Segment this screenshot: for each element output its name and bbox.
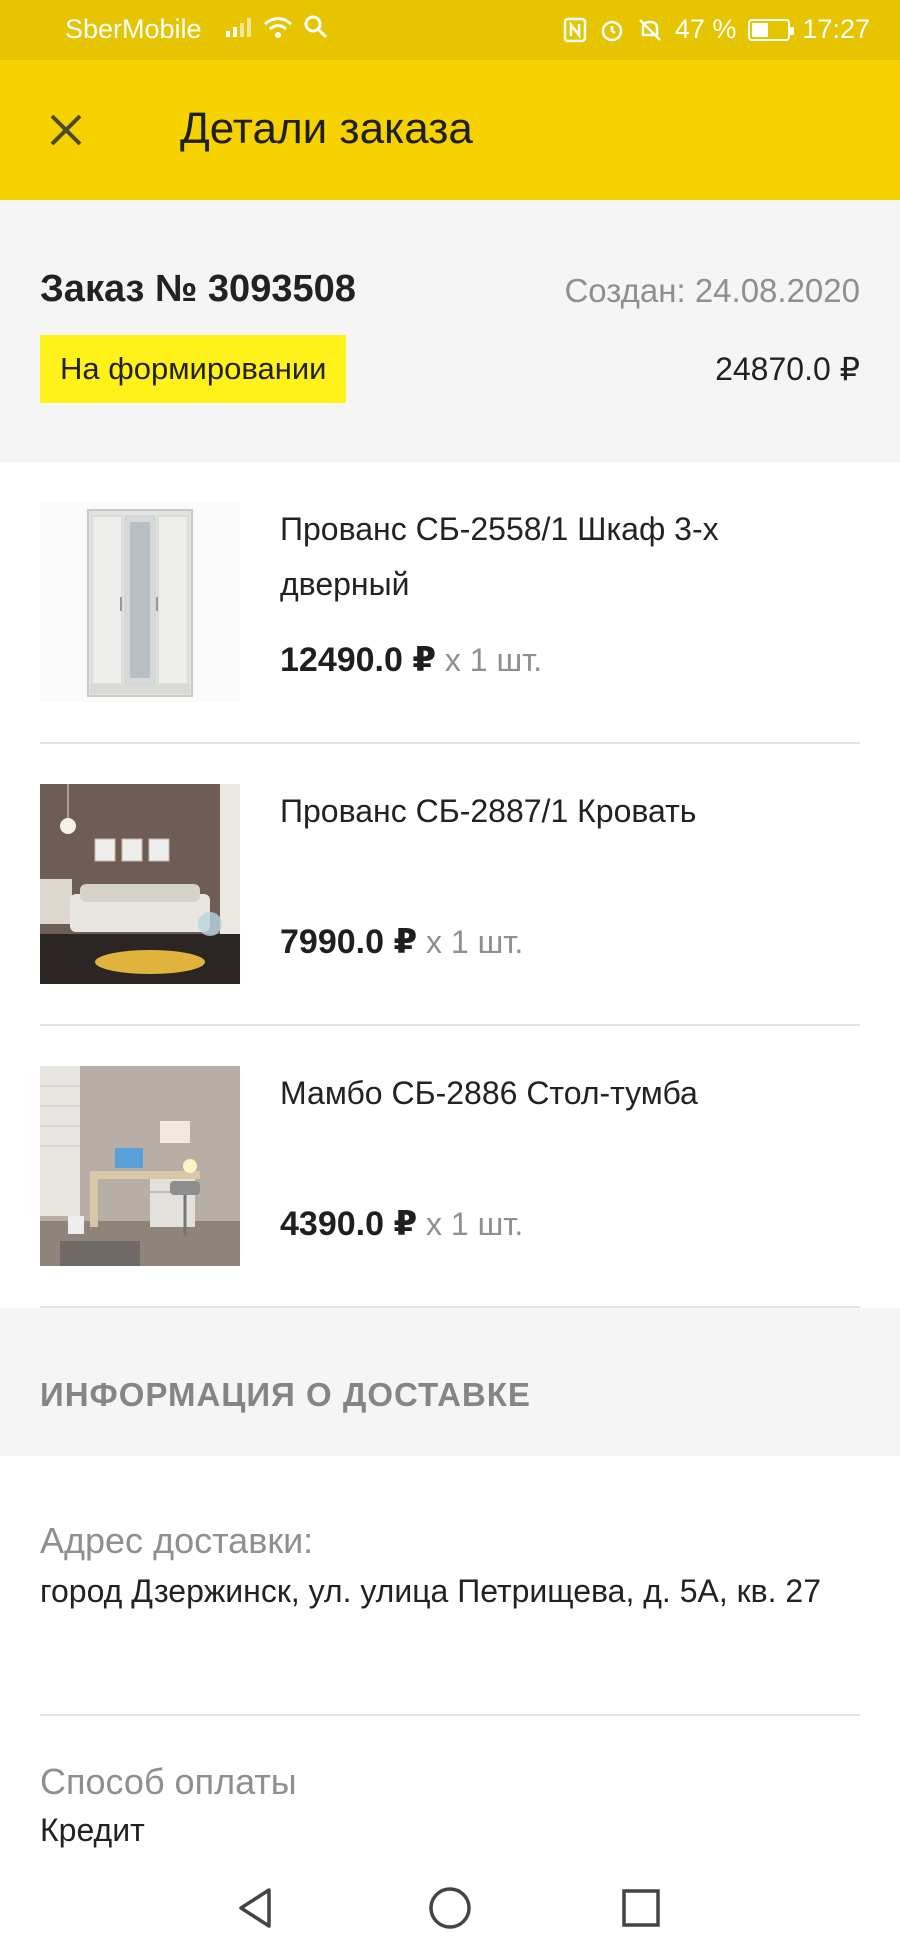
price-row: 4390.0 ₽ х 1 шт. xyxy=(280,1204,523,1244)
delivery-section-title: ИНФОРМАЦИЯ О ДОСТАВКЕ xyxy=(40,1376,531,1413)
order-number: Заказ № 3093508 xyxy=(40,268,356,310)
status-bar: SberMobile 47 % 17:27 xyxy=(0,0,900,60)
product-image-bed xyxy=(40,784,240,984)
mute-icon xyxy=(638,18,661,41)
clock: 17:27 xyxy=(802,14,870,44)
price-row: 12490.0 ₽ х 1 шт. xyxy=(280,640,542,680)
back-icon[interactable] xyxy=(229,1880,285,1936)
product-name: Прованс СБ-2558/1 Шкаф 3-х дверный xyxy=(280,511,719,602)
delivery-address: Адрес доставки: город Дзержинск, ул. ули… xyxy=(40,1520,860,1619)
product-image-desk xyxy=(40,1066,240,1266)
product-price: 4390.0 ₽ xyxy=(280,1205,418,1243)
product-quantity: х 1 шт. xyxy=(417,1206,524,1242)
battery-percent: 47 % xyxy=(674,14,737,44)
carrier-name: SberMobile xyxy=(65,14,202,44)
list-item[interactable]: Прованс СБ-2558/1 Шкаф 3-х дверный 12490… xyxy=(40,462,860,744)
delivery-address-label: Адрес доставки: xyxy=(40,1520,314,1561)
product-quantity: х 1 шт. xyxy=(417,924,524,960)
list-item[interactable]: Прованс СБ-2887/1 Кровать 7990.0 ₽ х 1 ш… xyxy=(40,744,860,1026)
signal-icon xyxy=(226,18,251,37)
product-name: Прованс СБ-2887/1 Кровать xyxy=(280,793,697,829)
divider xyxy=(40,1714,860,1716)
recents-icon[interactable] xyxy=(613,1880,669,1936)
delivery-address-value: город Дзержинск, ул. улица Петрищева, д.… xyxy=(40,1573,821,1609)
order-total: 24870.0 ₽ xyxy=(715,351,860,387)
order-created-date: Создан: 24.08.2020 xyxy=(564,272,860,309)
product-name: Мамбо СБ-2886 Стол-тумба xyxy=(280,1075,698,1111)
status-icons-left xyxy=(225,14,329,40)
payment-method: Способ оплаты Кредит xyxy=(40,1761,860,1858)
delivery-section-header: ИНФОРМАЦИЯ О ДОСТАВКЕ xyxy=(0,1308,900,1456)
order-items-list: Прованс СБ-2558/1 Шкаф 3-х дверный 12490… xyxy=(0,462,900,1308)
battery-fill xyxy=(752,22,769,37)
alarm-icon xyxy=(601,20,623,41)
search-icon xyxy=(304,15,328,39)
home-icon[interactable] xyxy=(422,1880,478,1936)
page-title: Детали заказа xyxy=(180,104,473,153)
order-header: Заказ № 3093508 Создан: 24.08.2020 На фо… xyxy=(0,200,900,462)
delivery-info: Адрес доставки: город Дзержинск, ул. ули… xyxy=(0,1456,900,1866)
status-icons-right: 47 % 17:27 xyxy=(563,14,870,45)
status-badge: На формировании xyxy=(40,335,347,403)
close-icon[interactable] xyxy=(44,108,88,152)
product-image-wardrobe xyxy=(40,502,240,702)
product-price: 12490.0 ₽ xyxy=(280,641,437,679)
wifi-icon xyxy=(264,17,292,38)
list-item[interactable]: Мамбо СБ-2886 Стол-тумба 4390.0 ₽ х 1 шт… xyxy=(40,1026,860,1308)
price-row: 7990.0 ₽ х 1 шт. xyxy=(280,922,523,962)
product-price: 7990.0 ₽ xyxy=(280,923,418,961)
battery-icon xyxy=(748,18,795,41)
payment-method-value: Кредит xyxy=(40,1812,145,1848)
payment-method-label: Способ оплаты xyxy=(40,1761,297,1802)
nfc-icon xyxy=(563,17,587,42)
product-quantity: х 1 шт. xyxy=(436,642,543,678)
app-bar: Детали заказа xyxy=(0,60,900,200)
system-nav-bar xyxy=(0,1866,900,1950)
